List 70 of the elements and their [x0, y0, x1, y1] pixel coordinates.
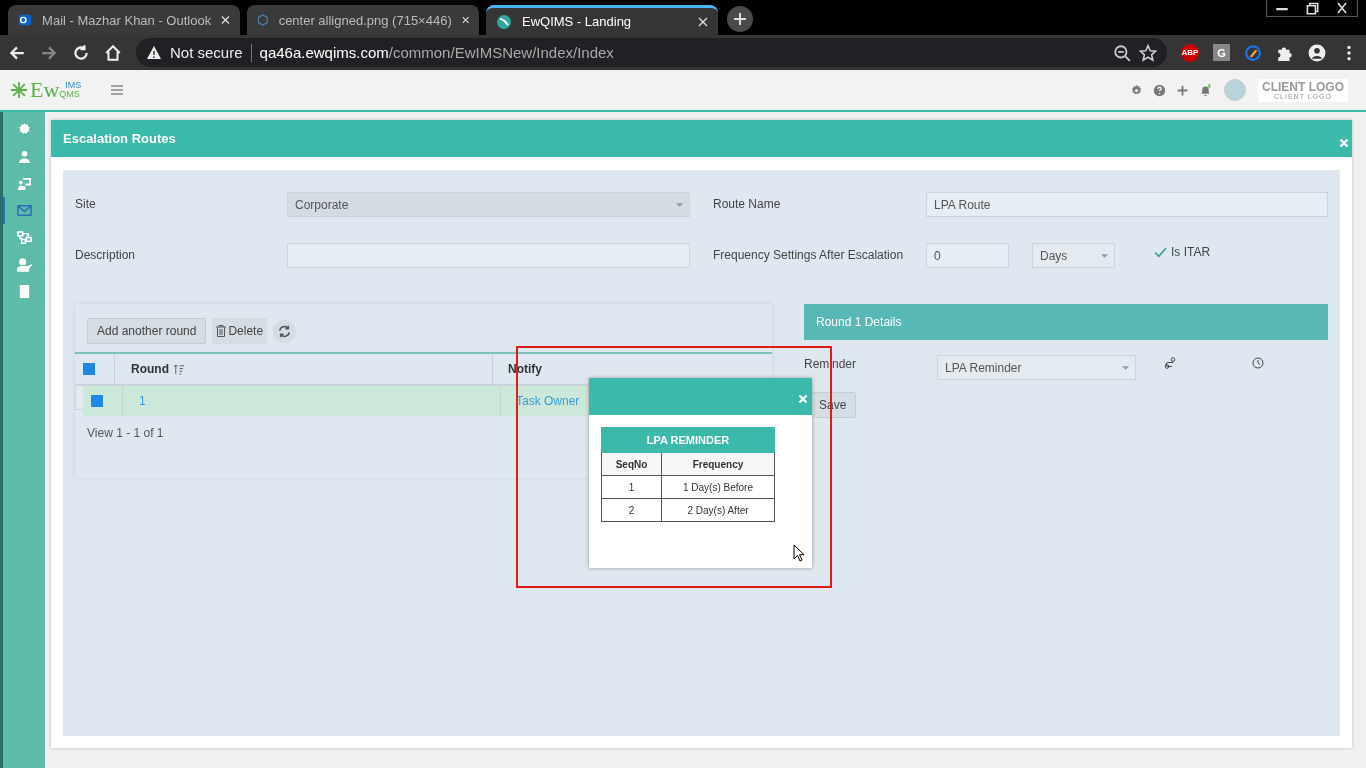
- route-name-field[interactable]: LPA Route: [926, 192, 1328, 217]
- panel-title: Escalation Routes: [63, 131, 176, 146]
- flower-icon: [10, 81, 28, 99]
- reminder-dropdown[interactable]: LPA Reminder: [937, 355, 1136, 380]
- column-header: SeqNo: [601, 452, 662, 476]
- sort-icon[interactable]: [173, 363, 184, 375]
- field-label: Description: [75, 247, 137, 262]
- close-icon[interactable]: [461, 15, 469, 25]
- field-label: Site: [75, 196, 97, 211]
- check-icon: [1154, 246, 1167, 258]
- column-header: Frequency: [661, 452, 775, 476]
- extension-button[interactable]: G: [1213, 44, 1230, 61]
- details-title: Round 1 Details: [816, 315, 902, 329]
- browser-tab[interactable]: center alligned.png (715×446): [247, 5, 479, 35]
- user-icon: [16, 149, 32, 164]
- plus-icon[interactable]: [1176, 83, 1189, 97]
- table-cell: 2: [601, 498, 662, 522]
- new-tab-icon[interactable]: [727, 6, 753, 32]
- caret-icon: [1101, 254, 1108, 258]
- profile-icon[interactable]: [1308, 43, 1326, 62]
- close-icon[interactable]: [698, 16, 708, 27]
- warning-icon: [146, 44, 162, 61]
- table-cell: 1 Day(s) Before: [661, 475, 775, 499]
- url-text: qa46a.ewqims.com/common/EwIMSNew/Index/Index: [259, 44, 614, 61]
- frequency-field[interactable]: 0: [926, 243, 1009, 268]
- table-title: LPA REMINDER: [601, 427, 775, 453]
- refresh-icon[interactable]: [273, 319, 297, 343]
- security-label: Not secure: [170, 44, 243, 61]
- row-checkbox[interactable]: [91, 395, 103, 407]
- site-dropdown[interactable]: Corporate: [287, 192, 690, 217]
- browser-tab[interactable]: EwQIMS - Landing: [486, 5, 718, 35]
- browser-tab[interactable]: Mail - Mazhar Khan - Outlook: [8, 5, 240, 35]
- trash-icon: [216, 325, 227, 337]
- mail-app-icon: [18, 12, 33, 28]
- pager-info: View 1 - 1 of 1: [87, 426, 164, 440]
- zoom-out-icon[interactable]: [1113, 43, 1131, 62]
- description-field[interactable]: [287, 243, 690, 268]
- image-file-icon: [257, 12, 269, 28]
- add-round-button[interactable]: Add another round: [87, 318, 207, 344]
- route-icon[interactable]: [1164, 357, 1176, 369]
- envelope-icon: [16, 203, 32, 218]
- bell-icon[interactable]: [1199, 83, 1212, 97]
- settings-icon[interactable]: [1130, 83, 1143, 97]
- close-icon[interactable]: [221, 15, 230, 25]
- hierarchy-icon: [16, 230, 32, 245]
- reload-icon[interactable]: [72, 43, 90, 62]
- caret-icon: [676, 203, 683, 207]
- help-icon[interactable]: [1153, 83, 1166, 97]
- column-header[interactable]: Round: [131, 362, 169, 376]
- adblock-extension[interactable]: ABP: [1181, 43, 1199, 62]
- cursor-icon: [793, 544, 805, 562]
- table-cell: 1: [601, 475, 662, 499]
- table-cell: 1: [123, 386, 501, 416]
- brush-extension-icon[interactable]: [1244, 43, 1262, 62]
- caret-icon: [1122, 366, 1129, 370]
- select-all-checkbox[interactable]: [83, 363, 95, 375]
- field-label: Frequency Settings After Escalation: [713, 247, 905, 262]
- star-icon[interactable]: [1139, 43, 1157, 62]
- gear-icon: [16, 122, 32, 137]
- address-bar[interactable]: Not secure qa46a.ewqims.com/common/EwIMSNew/Index/Index: [136, 38, 1167, 67]
- presenter-icon: [16, 176, 32, 191]
- clock-icon[interactable]: [1252, 357, 1264, 369]
- home-icon[interactable]: [104, 43, 122, 62]
- field-label: Route Name: [713, 196, 782, 211]
- globe-icon: [496, 13, 512, 30]
- delete-button[interactable]: Delete: [212, 318, 268, 344]
- itar-checkbox[interactable]: Is ITAR: [1154, 243, 1211, 259]
- user-check-icon: [16, 257, 32, 272]
- table-cell: 2 Day(s) After: [661, 498, 775, 522]
- unit-dropdown[interactable]: Days: [1032, 243, 1115, 268]
